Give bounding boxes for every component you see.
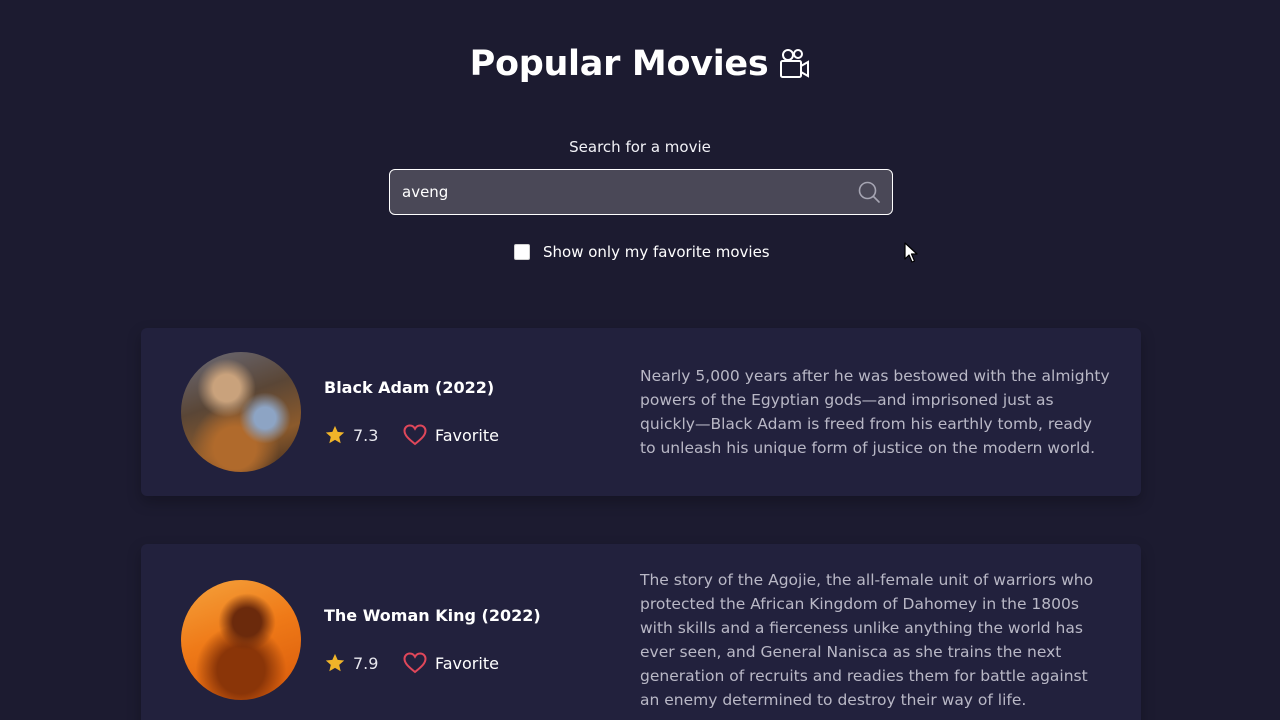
movie-title: Black Adam (2022) <box>324 378 495 397</box>
search-input[interactable] <box>402 170 842 213</box>
movie-poster <box>181 580 301 700</box>
search-icon[interactable] <box>857 180 881 204</box>
heart-icon[interactable] <box>403 652 427 674</box>
page-header: Popular Movies <box>0 44 1280 84</box>
heart-icon[interactable] <box>403 424 427 446</box>
page-title: Popular Movies <box>469 44 769 84</box>
star-icon <box>324 424 346 446</box>
movie-meta: 7.3 Favorite <box>324 424 499 446</box>
star-icon <box>324 652 346 674</box>
popular-movies-page: Popular Movies Search for a movie Show o… <box>0 0 1280 720</box>
movie-camera-icon <box>778 47 810 81</box>
movie-overview: The story of the Agojie, the all-female … <box>640 571 1094 709</box>
movie-poster <box>181 352 301 472</box>
movie-meta: 7.9 Favorite <box>324 652 499 674</box>
search-label: Search for a movie <box>569 138 711 156</box>
movie-card: The Woman King (2022) 7.9 Favorite The s… <box>141 544 1141 720</box>
movie-title: The Woman King (2022) <box>324 606 541 625</box>
favorite-label[interactable]: Favorite <box>435 654 499 673</box>
search-box[interactable] <box>389 169 893 215</box>
mouse-cursor-icon <box>904 242 918 264</box>
favorites-filter[interactable]: Show only my favorite movies <box>514 243 770 261</box>
movie-rating: 7.3 <box>353 425 379 445</box>
movie-overview: Nearly 5,000 years after he was bestowed… <box>640 367 1110 457</box>
favorite-label[interactable]: Favorite <box>435 426 499 445</box>
favorites-filter-label[interactable]: Show only my favorite movies <box>543 243 770 261</box>
favorite-button[interactable]: Favorite <box>403 652 499 674</box>
favorite-button[interactable]: Favorite <box>403 424 499 446</box>
favorites-only-checkbox[interactable] <box>514 244 530 260</box>
movie-card: Black Adam (2022) 7.3 Favorite Nearly 5,… <box>141 328 1141 496</box>
movie-rating: 7.9 <box>353 653 379 673</box>
